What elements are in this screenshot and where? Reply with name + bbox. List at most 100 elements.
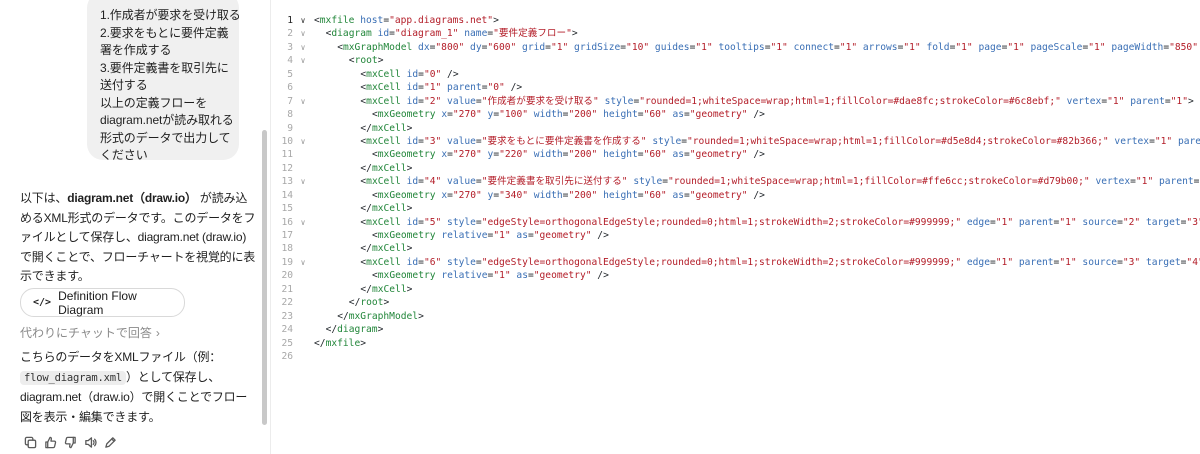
line-number: 25 — [281, 337, 293, 349]
code-token: "270" — [452, 109, 482, 121]
code-token: mxCell — [371, 243, 407, 255]
code-line: 4 ∨ <root> — [271, 54, 1200, 67]
fold-chevron-icon[interactable]: ∨ — [298, 27, 308, 40]
code-token: "要求をもとに要件定義書を作成する" — [481, 135, 647, 147]
code-token: "60" — [643, 109, 667, 121]
code-token: mxGeometry — [377, 270, 436, 282]
line-number: 18 — [281, 243, 293, 255]
code-token: mxCell — [371, 122, 407, 134]
code-line: 15 </mxCell> — [271, 202, 1200, 215]
user-message-line: 以上の定義フローを — [100, 95, 208, 110]
code-token: mxGeometry — [377, 149, 436, 161]
code-token: as — [510, 270, 528, 282]
code-token: parent — [1153, 176, 1194, 188]
code-token: "850" — [1169, 41, 1198, 53]
code-line: 18 </mxCell> — [271, 242, 1200, 255]
fold-chevron-icon[interactable]: ∨ — [298, 95, 308, 108]
code-token: > — [406, 162, 413, 174]
code-token: id — [400, 82, 419, 94]
response-text: が読み込 — [196, 191, 248, 205]
thumbs-down-button[interactable] — [62, 434, 78, 450]
fold-chevron-icon[interactable]: ∨ — [298, 14, 308, 27]
code-token: root — [360, 297, 384, 309]
code-token: dy — [464, 41, 482, 53]
code-token: "1" — [493, 270, 511, 282]
answer-in-chat-label: 代わりにチャットで回答 — [20, 326, 152, 340]
fold-chevron-icon[interactable]: ∨ — [298, 54, 308, 67]
user-message-line: 2.要求をもとに要件定義 — [100, 25, 229, 40]
fold-chevron-icon[interactable]: ∨ — [298, 135, 308, 148]
fold-chevron-icon[interactable]: ∨ — [298, 256, 308, 269]
code-token: width — [528, 189, 563, 201]
code-token: mxfile — [325, 337, 361, 349]
code-token: value — [441, 176, 476, 188]
code-token: y — [481, 189, 494, 201]
answer-in-chat-link[interactable]: 代わりにチャットで回答 › — [20, 324, 160, 341]
message-actions — [22, 434, 122, 450]
code-token: > — [406, 243, 413, 255]
code-token: "geometry" — [689, 189, 748, 201]
fold-chevron-icon[interactable]: ∨ — [298, 41, 308, 54]
code-token: style — [598, 95, 634, 107]
code-token: </ — [360, 162, 372, 174]
read-aloud-button[interactable] — [82, 434, 98, 450]
code-token: "geometry" — [533, 230, 592, 241]
code-token: </ — [360, 122, 372, 134]
line-number: 5 — [287, 68, 293, 80]
code-token: > — [377, 324, 384, 336]
line-number: 17 — [281, 230, 293, 241]
code-token: id — [400, 176, 419, 188]
code-token: "1" — [1059, 216, 1077, 228]
thumbs-up-icon — [44, 436, 56, 448]
code-token: </ — [314, 337, 326, 349]
copy-button[interactable] — [22, 434, 38, 450]
code-token: "270" — [452, 149, 482, 161]
line-number: 23 — [281, 310, 293, 322]
code-token: </ — [325, 324, 338, 336]
code-token: as — [666, 109, 684, 121]
code-line: 9 </mxCell> — [271, 122, 1200, 135]
code-token: mxCell — [371, 203, 407, 215]
code-token: > — [383, 297, 390, 309]
code-token: </ — [337, 310, 349, 322]
code-line: 21 </mxCell> — [271, 283, 1200, 296]
code-text: <mxCell id="3" value="要求をもとに要件定義書を作成する" … — [314, 135, 1200, 148]
code-token: "100" — [499, 109, 529, 121]
code-token: gridSize — [568, 41, 621, 53]
code-token: "作成者が要求を受け取る" — [481, 95, 599, 107]
code-token: pageWidth — [1105, 41, 1164, 53]
code-token: id — [371, 28, 390, 40]
fold-chevron-icon[interactable]: ∨ — [298, 175, 308, 188]
edit-button[interactable] — [102, 434, 118, 450]
code-token: "edgeStyle=orthogonalEdgeStyle;rounded=0… — [481, 256, 962, 268]
code-token: id — [400, 135, 419, 147]
fold-chevron-icon[interactable]: ∨ — [298, 216, 308, 229]
code-token: "800" — [435, 41, 465, 53]
code-token: "1" — [695, 41, 713, 53]
code-line: 5 <mxCell id="0" /> — [271, 68, 1200, 81]
code-text: <mxCell id="2" value="作成者が要求を受け取る" style… — [314, 95, 1193, 108]
code-token: "app.diagrams.net" — [389, 15, 494, 26]
code-token: /> — [504, 82, 523, 94]
line-number: 13 — [281, 176, 293, 188]
code-text: </mxCell> — [314, 122, 412, 135]
user-message-line: 署を作成する — [100, 43, 172, 57]
code-token: tooltips — [712, 41, 765, 53]
code-token: grid — [516, 41, 546, 53]
code-line: 11 <mxGeometry x="270" y="220" width="200… — [271, 148, 1200, 161]
code-token: page — [972, 41, 1002, 53]
code-token: "200" — [568, 189, 598, 201]
code-text: </root> — [314, 296, 389, 309]
code-token: guides — [649, 41, 690, 53]
line-number: 22 — [281, 297, 293, 309]
code-token: mxCell — [366, 176, 401, 188]
code-token: host — [354, 15, 384, 26]
artifact-open-button[interactable]: </> Definition Flow Diagram — [20, 288, 185, 317]
line-number: 1 — [287, 15, 293, 26]
code-token: as — [666, 189, 684, 201]
code-token: mxCell — [366, 256, 401, 268]
code-text: <mxGeometry x="270" y="100" width="200" … — [314, 108, 765, 121]
chat-scrollbar[interactable] — [262, 130, 267, 425]
code-token: mxCell — [371, 283, 407, 295]
thumbs-up-button[interactable] — [42, 434, 58, 450]
